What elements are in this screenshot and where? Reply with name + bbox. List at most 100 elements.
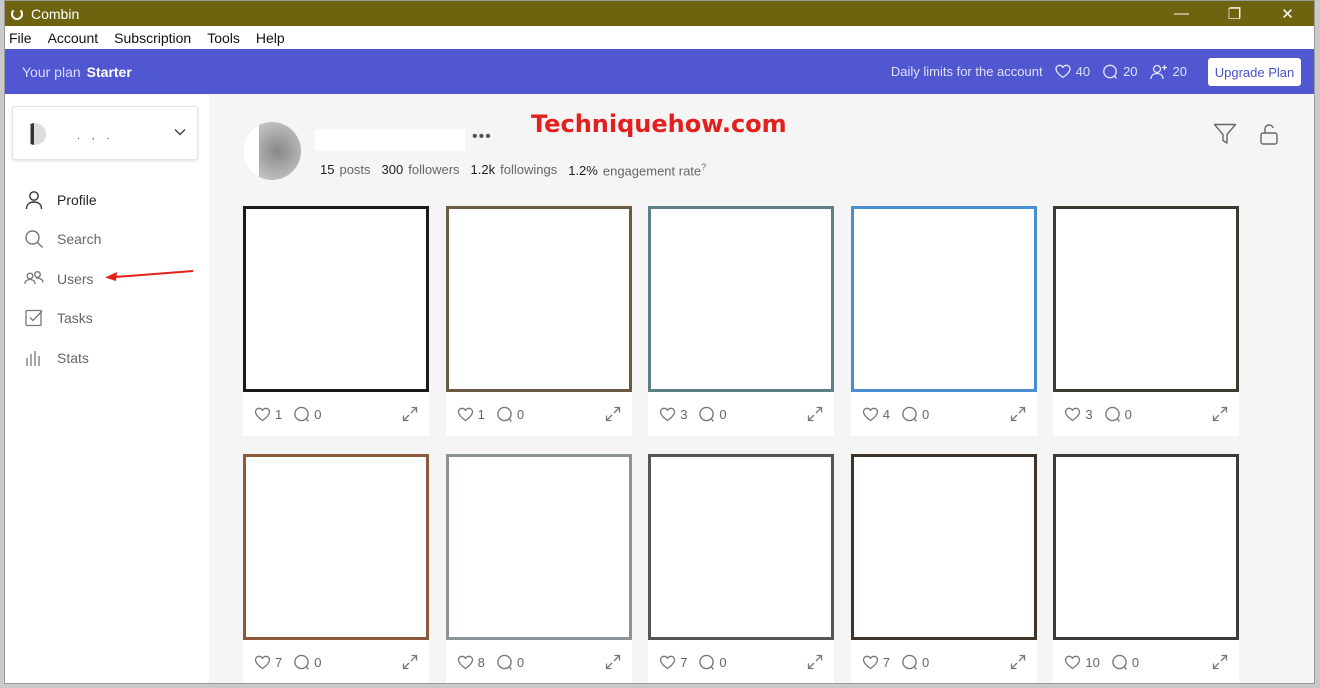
menu-account[interactable]: Account xyxy=(48,30,99,46)
plan-name: Starter xyxy=(86,63,132,80)
heart-icon xyxy=(862,407,878,421)
account-selector[interactable]: .,. xyxy=(12,106,198,160)
menu-file[interactable]: File xyxy=(9,30,32,46)
tasks-icon xyxy=(25,310,43,327)
post-thumbnail[interactable] xyxy=(243,454,429,640)
expand-icon[interactable] xyxy=(402,654,418,670)
account-name-redacted: .,. xyxy=(77,131,122,142)
post-thumbnail[interactable] xyxy=(648,454,835,640)
sidebar-item-profile[interactable]: Profile xyxy=(5,180,209,220)
comment-icon xyxy=(294,654,310,670)
plan-bar: Your plan Starter Daily limits for the a… xyxy=(5,49,1314,94)
comment-icon xyxy=(902,654,917,670)
expand-icon[interactable] xyxy=(1212,654,1228,670)
sidebar-item-label: Profile xyxy=(57,191,97,208)
post-card[interactable]: 30 xyxy=(648,206,835,436)
expand-icon[interactable] xyxy=(402,406,418,422)
search-icon xyxy=(25,230,43,249)
post-card[interactable]: 30 xyxy=(1053,206,1240,436)
post-thumbnail[interactable] xyxy=(445,206,632,392)
post-footer: 70 xyxy=(648,640,834,683)
heart-icon xyxy=(1065,655,1081,669)
minimize-button[interactable]: — xyxy=(1155,1,1208,26)
expand-icon[interactable] xyxy=(807,654,823,670)
watermark-text: Techniquehow.com xyxy=(531,110,787,138)
post-card[interactable]: 70 xyxy=(648,454,835,683)
sidebar-item-label: Users xyxy=(57,270,94,287)
window-title: Combin xyxy=(31,5,80,22)
sidebar-item-tasks[interactable]: Tasks xyxy=(5,299,209,339)
post-footer: 10 xyxy=(243,392,429,436)
sidebar-item-search[interactable]: Search xyxy=(5,220,209,260)
expand-icon[interactable] xyxy=(1010,654,1026,670)
menu-help[interactable]: Help xyxy=(256,30,285,46)
expand-icon[interactable] xyxy=(1212,406,1228,422)
profile-main: ••• Techniquehow.com 15 posts 300 follower… xyxy=(209,94,1314,683)
post-likes: 7 xyxy=(659,655,687,670)
sidebar-item-stats[interactable]: Stats xyxy=(5,338,209,378)
help-icon[interactable]: ? xyxy=(701,162,706,172)
restore-button[interactable]: ❐ xyxy=(1208,1,1261,26)
expand-icon[interactable] xyxy=(605,406,621,422)
post-thumbnail[interactable] xyxy=(1053,454,1240,640)
stat-followings[interactable]: 1.2k followings xyxy=(471,162,558,178)
heart-icon xyxy=(254,407,271,421)
post-card[interactable]: 40 xyxy=(850,206,1037,436)
heart-icon xyxy=(1054,64,1071,79)
stat-posts: 15 posts xyxy=(320,162,371,177)
post-likes: 7 xyxy=(862,655,890,670)
menu-tools[interactable]: Tools xyxy=(207,30,240,46)
expand-icon[interactable] xyxy=(605,654,621,670)
post-footer: 40 xyxy=(851,392,1037,436)
close-button[interactable]: ✕ xyxy=(1261,1,1314,26)
daily-limits-label: Daily limits for the account xyxy=(890,64,1043,79)
post-comments: 0 xyxy=(901,654,929,671)
likes-limit: 40 xyxy=(1054,64,1091,79)
users-icon xyxy=(24,270,44,284)
follows-limit: 20 xyxy=(1149,64,1187,80)
post-likes: 3 xyxy=(1064,407,1093,422)
comment-icon xyxy=(1104,406,1120,422)
post-card[interactable]: 70 xyxy=(243,454,429,683)
likes-limit-value: 40 xyxy=(1075,64,1091,79)
follow-user-icon xyxy=(1149,64,1167,79)
post-thumbnail[interactable] xyxy=(243,206,429,392)
sidebar-item-label: Search xyxy=(57,231,102,248)
heart-icon xyxy=(1065,407,1081,421)
post-footer: 10 0 xyxy=(1053,640,1239,683)
post-comments: 0 xyxy=(496,406,524,423)
post-footer: 70 xyxy=(243,640,429,683)
sidebar-item-label: Stats xyxy=(57,349,89,366)
menu-subscription[interactable]: Subscription xyxy=(114,30,191,46)
expand-icon[interactable] xyxy=(1010,406,1026,422)
upgrade-plan-button[interactable]: Upgrade Plan xyxy=(1208,58,1301,86)
expand-icon[interactable] xyxy=(807,406,823,422)
post-card[interactable]: 80 xyxy=(445,454,632,683)
post-thumbnail[interactable] xyxy=(850,454,1037,640)
post-footer: 70 xyxy=(851,640,1037,683)
post-thumbnail[interactable] xyxy=(648,206,835,392)
more-options-icon[interactable]: ••• xyxy=(472,128,492,146)
heart-icon xyxy=(457,655,473,669)
post-likes: 1 xyxy=(457,407,485,422)
heart-icon xyxy=(254,655,271,669)
post-thumbnail[interactable] xyxy=(850,206,1037,392)
stat-followers[interactable]: 300 followers xyxy=(382,162,460,178)
post-thumbnail[interactable] xyxy=(1053,206,1240,392)
post-thumbnail[interactable] xyxy=(445,454,632,640)
unlock-icon[interactable] xyxy=(1259,123,1279,145)
post-likes: 10 xyxy=(1064,655,1100,670)
post-card[interactable]: 10 0 xyxy=(1053,454,1240,683)
post-comments: 0 xyxy=(1111,654,1139,671)
user-icon xyxy=(25,190,43,209)
post-card[interactable]: 70 xyxy=(850,454,1037,683)
comments-limit: 20 xyxy=(1102,64,1138,80)
filter-icon[interactable] xyxy=(1213,123,1237,145)
post-footer: 80 xyxy=(446,640,632,683)
post-card[interactable]: 10 xyxy=(445,206,632,436)
post-comments: 0 xyxy=(293,654,321,671)
daily-limits: Daily limits for the account 40 20 20 xyxy=(891,49,1187,94)
comment-icon xyxy=(497,406,512,422)
annotation-arrow xyxy=(105,270,194,281)
post-card[interactable]: 10 xyxy=(243,206,429,436)
